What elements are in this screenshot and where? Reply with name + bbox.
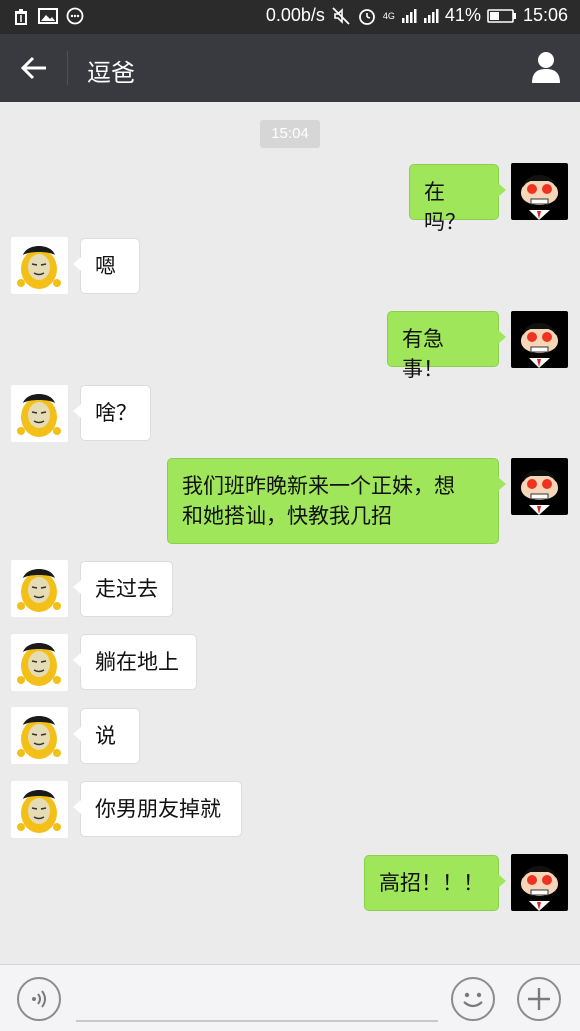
clock: 15:06 [522,5,568,25]
voice-icon [32,990,46,1008]
message-bubble[interactable]: 嗯 [73,238,140,294]
message-line: 和她搭讪，快教我几招 [182,504,392,528]
alarm-icon [359,8,375,25]
header-divider [67,51,68,85]
mute-icon [332,6,350,25]
message-bubble[interactable]: 高招！！！ [364,855,506,911]
network-type: 4G [382,10,395,21]
trash-icon [15,9,27,25]
avatar[interactable] [511,854,568,911]
signal-icon [423,8,439,23]
voice-button[interactable] [17,977,61,1021]
chat-title: 逗爸 [87,59,135,87]
battery-icon [487,8,516,23]
message-bubble[interactable]: 在吗？ [409,164,506,234]
message-bubble[interactable]: 啥？ [73,385,151,441]
status-right: 0.00b/s 4G 41% 15:06 [266,5,568,26]
chat-area[interactable]: 15:04 在吗？ 嗯 有急事！ 啥？ 我们班昨晚新来一个正妹，想 和她搭讪，快… [0,102,580,964]
message-bubble[interactable]: 躺在地上 [73,634,197,690]
battery-percent: 41% [444,5,481,25]
message-bubble[interactable]: 你男朋友掉就 [73,781,242,837]
chat-header: 逗爸 [0,34,580,102]
avatar[interactable] [511,311,568,368]
message-bubble[interactable]: 走过去 [73,561,173,617]
plus-button[interactable] [517,977,561,1021]
status-left-icons [12,7,84,25]
avatar[interactable] [11,707,68,764]
avatar[interactable] [11,560,68,617]
avatar[interactable] [11,385,68,442]
avatar[interactable] [511,458,568,515]
message-bubble[interactable]: 我们班昨晚新来一个正妹，想 和她搭讪，快教我几招 [167,458,506,544]
message-bubble[interactable]: 有急事！ [387,311,506,381]
status-bar: 0.00b/s 4G 41% 15:06 [0,0,580,34]
message-input[interactable] [76,1020,438,1022]
chat-bubble-icon [66,7,84,25]
message-line: 我们班昨晚新来一个正妹，想 [182,474,455,498]
signal-icon [401,8,417,23]
emoji-button[interactable] [451,977,495,1021]
back-arrow-icon[interactable] [18,52,50,84]
avatar[interactable] [11,634,68,691]
message-bubble[interactable]: 说 [73,708,140,764]
net-speed: 0.00b/s [265,5,325,25]
avatar[interactable] [11,781,68,838]
image-icon [38,8,58,24]
person-icon[interactable] [530,50,562,84]
plus-icon [528,988,550,1010]
emoji-icon [463,992,483,1008]
input-bar [0,964,580,1031]
timestamp-chip: 15:04 [260,120,320,148]
avatar[interactable] [11,237,68,294]
avatar[interactable] [511,163,568,220]
